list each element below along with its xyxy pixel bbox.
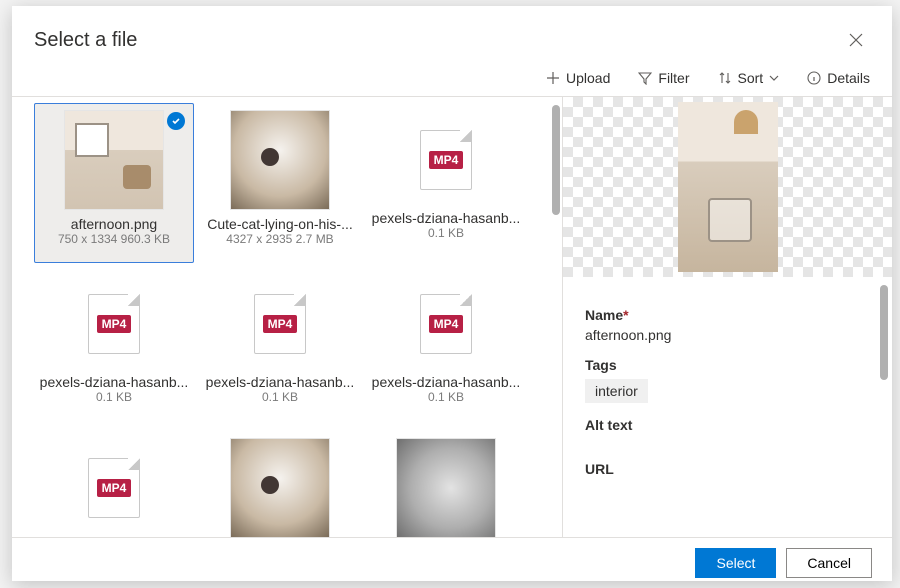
- file-meta: 0.1 KB: [371, 226, 521, 240]
- required-asterisk: *: [623, 307, 628, 323]
- file-name: Cute-cat-lying-on-his-...: [205, 216, 355, 232]
- mp4-file-icon: MP4: [88, 458, 140, 518]
- filter-icon: [638, 71, 652, 85]
- mp4-badge: MP4: [429, 315, 464, 333]
- sort-button[interactable]: Sort: [718, 70, 780, 86]
- preview-thumbnail: [678, 102, 778, 272]
- file-tile[interactable]: [200, 431, 360, 537]
- cancel-button[interactable]: Cancel: [786, 548, 872, 578]
- image-thumbnail: [64, 110, 164, 210]
- filter-button[interactable]: Filter: [638, 70, 689, 86]
- select-button[interactable]: Select: [695, 548, 776, 578]
- file-tile[interactable]: Cute-cat-lying-on-his-...4327 x 2935 2.7…: [200, 103, 360, 263]
- tags-field-label: Tags: [585, 357, 870, 373]
- close-button[interactable]: [842, 26, 870, 54]
- details-scrollbar[interactable]: [880, 285, 888, 380]
- file-name: pexels-dziana-hasanb...: [371, 210, 521, 226]
- mp4-badge: MP4: [263, 315, 298, 333]
- file-meta: 0.1 KB: [39, 390, 189, 404]
- image-thumbnail: [230, 438, 330, 537]
- mp4-badge: MP4: [97, 315, 132, 333]
- preview-area: [563, 97, 892, 277]
- name-field-label: Name*: [585, 307, 870, 323]
- file-tile[interactable]: MP4 pexels-dziana-hasanb...0.1 KB: [34, 267, 194, 427]
- file-tile[interactable]: MP4 pexels-dziana-hasanb...0.1 KB: [366, 103, 526, 263]
- chevron-down-icon: [769, 73, 779, 83]
- details-panel: Name* afternoon.png Tags interior Alt te…: [562, 97, 892, 537]
- details-label: Details: [827, 70, 870, 86]
- mp4-badge: MP4: [97, 479, 132, 497]
- name-field-value[interactable]: afternoon.png: [585, 327, 870, 343]
- url-field-label: URL: [585, 461, 870, 477]
- dialog-footer: Select Cancel: [12, 537, 892, 588]
- details-button[interactable]: Details: [807, 70, 870, 86]
- file-grid-wrap: afternoon.png750 x 1334 960.3 KBCute-cat…: [12, 97, 562, 537]
- file-meta: 4327 x 2935 2.7 MB: [205, 232, 355, 246]
- file-name: pexels-dziana-hasanb...: [371, 374, 521, 390]
- upload-label: Upload: [566, 70, 610, 86]
- file-picker-dialog: Select a file Upload Filter Sort Details…: [12, 6, 892, 581]
- file-tile[interactable]: afternoon.png750 x 1334 960.3 KB: [34, 103, 194, 263]
- file-name: pexels-dziana-hasanb...: [205, 374, 355, 390]
- dialog-title: Select a file: [34, 29, 842, 52]
- mp4-file-icon: MP4: [420, 130, 472, 190]
- mp4-badge: MP4: [429, 151, 464, 169]
- tag-chip-interior[interactable]: interior: [585, 379, 648, 403]
- file-meta: 0.1 KB: [205, 390, 355, 404]
- dialog-header: Select a file: [12, 6, 892, 64]
- file-meta: 750 x 1334 960.3 KB: [39, 232, 189, 246]
- info-icon: [807, 71, 821, 85]
- image-thumbnail: [230, 110, 330, 210]
- file-name: pexels-dziana-hasanb...: [39, 374, 189, 390]
- selected-check-icon: [167, 112, 185, 130]
- upload-button[interactable]: Upload: [546, 70, 610, 86]
- sort-icon: [718, 71, 732, 85]
- mp4-file-icon: MP4: [420, 294, 472, 354]
- plus-icon: [546, 71, 560, 85]
- toolbar: Upload Filter Sort Details: [12, 64, 892, 97]
- alttext-field-label: Alt text: [585, 417, 870, 433]
- file-meta: 0.1 KB: [371, 390, 521, 404]
- mp4-file-icon: MP4: [88, 294, 140, 354]
- mp4-file-icon: MP4: [254, 294, 306, 354]
- grid-scrollbar[interactable]: [552, 105, 560, 215]
- content-area: afternoon.png750 x 1334 960.3 KBCute-cat…: [12, 97, 892, 537]
- file-tile[interactable]: [366, 431, 526, 537]
- details-body: Name* afternoon.png Tags interior Alt te…: [563, 277, 892, 537]
- image-thumbnail: [396, 438, 496, 537]
- file-tile[interactable]: MP4 pexels-dziana-hasanb...0.1 KB: [200, 267, 360, 427]
- file-name: afternoon.png: [39, 216, 189, 232]
- file-grid: afternoon.png750 x 1334 960.3 KBCute-cat…: [12, 97, 562, 537]
- file-tile[interactable]: MP4 pexels-dziana-hasanb...0.1 KB: [366, 267, 526, 427]
- file-tile[interactable]: MP4: [34, 431, 194, 537]
- filter-label: Filter: [658, 70, 689, 86]
- close-icon: [849, 33, 863, 47]
- sort-label: Sort: [738, 70, 764, 86]
